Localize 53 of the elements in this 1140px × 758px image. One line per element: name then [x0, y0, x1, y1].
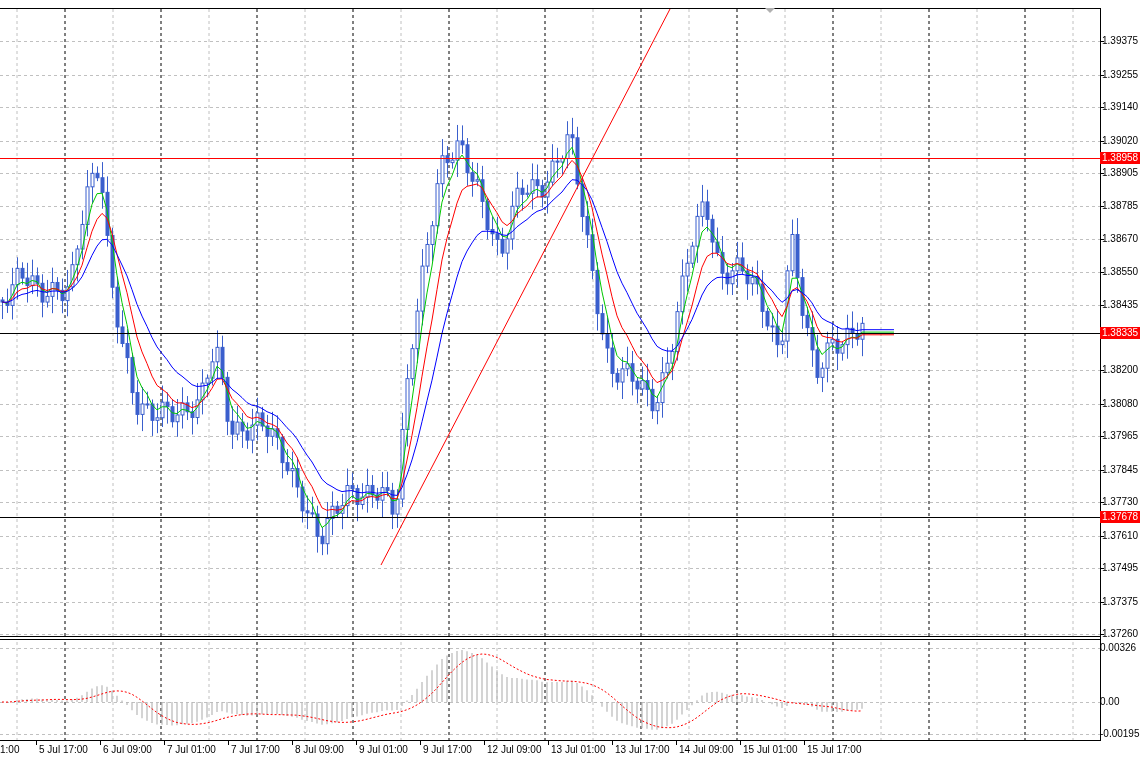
- time-label: 6 Jul 09:00: [103, 743, 152, 757]
- tick-mark: [228, 740, 229, 746]
- price-label: 1.37375: [1102, 595, 1139, 608]
- price-label: 1.39375: [1102, 35, 1139, 47]
- time-label: 7 Jul 17:00: [231, 743, 280, 757]
- time-label: 13 Jul 01:00: [551, 743, 606, 757]
- tick-mark: [612, 740, 613, 746]
- tick-mark: [484, 740, 485, 746]
- price-tag: 1.37678: [1100, 511, 1140, 523]
- price-label: 1.38670: [1102, 232, 1139, 245]
- indicator-label: 0.00: [1100, 696, 1120, 708]
- price-label: 1.37610: [1102, 529, 1139, 542]
- time-label: 14 Jul 09:00: [679, 743, 734, 757]
- time-label: 5 Jul 17:00: [39, 743, 88, 757]
- indicator-label: -0.00195: [1100, 728, 1140, 740]
- time-label: 13 Jul 17:00: [615, 743, 670, 757]
- price-label: 1.37495: [1102, 562, 1139, 575]
- price-label: 1.38550: [1102, 266, 1139, 279]
- tick-mark: [548, 740, 549, 746]
- price-label: 1.37730: [1102, 496, 1139, 509]
- price-label: 1.37260: [1102, 628, 1139, 640]
- shift-marker-icon[interactable]: [765, 8, 775, 13]
- tick-mark: [740, 740, 741, 746]
- price-tag: 1.38958: [1100, 152, 1140, 164]
- price-label: 1.38905: [1102, 166, 1139, 179]
- indicator-label: 0.00326: [1100, 642, 1137, 655]
- tick-mark: [420, 740, 421, 746]
- price-label: 1.37965: [1102, 430, 1139, 443]
- tick-mark: [292, 740, 293, 746]
- tick-mark: [164, 740, 165, 746]
- tick-mark: [676, 740, 677, 746]
- price-label: 1.38200: [1102, 364, 1139, 377]
- price-label: 1.39140: [1102, 100, 1139, 113]
- tick-mark: [100, 740, 101, 746]
- time-label: 7 Jul 01:00: [167, 743, 216, 757]
- price-label: 1.39020: [1102, 134, 1139, 147]
- price-label: 1.39255: [1102, 68, 1139, 81]
- trend-line[interactable]: [380, 8, 671, 566]
- time-label: 9 Jul 17:00: [423, 743, 472, 757]
- tick-mark: [356, 740, 357, 746]
- price-label: 1.38785: [1102, 200, 1139, 213]
- time-label: 9 Jul 01:00: [359, 743, 408, 757]
- tick-mark: [36, 740, 37, 746]
- time-label: 1:00: [0, 743, 20, 757]
- price-label: 1.37845: [1102, 463, 1139, 476]
- time-label: 15 Jul 01:00: [743, 743, 798, 757]
- time-label: 8 Jul 09:00: [295, 743, 344, 757]
- price-label: 1.38435: [1102, 298, 1139, 311]
- price-tag: 1.38335: [1100, 327, 1140, 339]
- time-label: 12 Jul 09:00: [487, 743, 542, 757]
- tick-mark: [804, 740, 805, 746]
- price-label: 1.38080: [1102, 398, 1139, 411]
- time-label: 15 Jul 17:00: [807, 743, 862, 757]
